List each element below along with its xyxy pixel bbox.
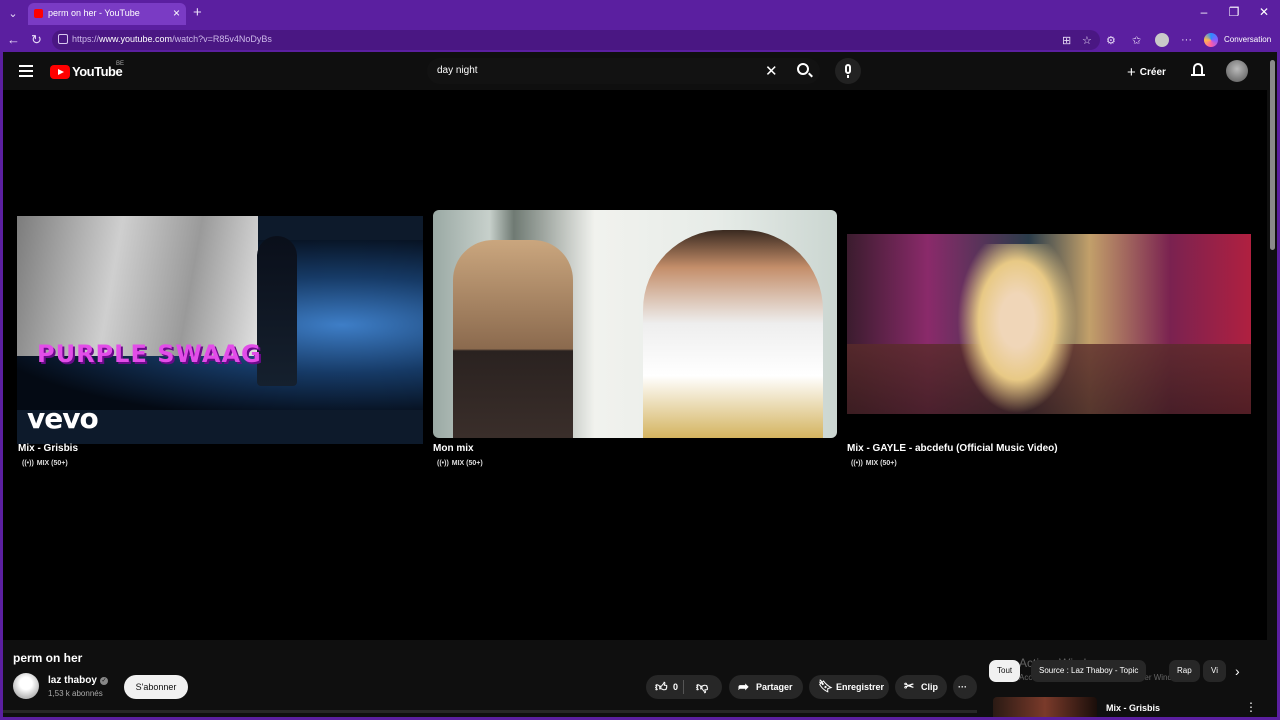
url-field[interactable]: https://www.youtube.com/watch?v=R85v4NoD… bbox=[52, 30, 1100, 50]
share-icon: ➦ bbox=[738, 679, 749, 694]
thumbnail-photo bbox=[17, 216, 258, 356]
like-icon[interactable]: 👍︎ bbox=[655, 680, 668, 695]
copilot-label: Conversation bbox=[1224, 35, 1272, 44]
maximize-button[interactable]: ❐ bbox=[1224, 5, 1244, 19]
scrollbar-thumb[interactable] bbox=[1270, 60, 1275, 250]
chevron-right-icon[interactable]: › bbox=[1235, 663, 1240, 679]
page-scrollbar[interactable] bbox=[1267, 52, 1277, 717]
create-button[interactable]: + Créer bbox=[1127, 64, 1166, 81]
close-window-button[interactable]: ✕ bbox=[1254, 5, 1274, 19]
bookmark-icon: 🔖︎ bbox=[818, 679, 834, 693]
thumbnail-overlay-text: PURPLE SWAAG bbox=[37, 340, 262, 368]
mix-icon: ((•)) bbox=[437, 460, 449, 467]
browser-tab-active[interactable]: perm on her - YouTube × bbox=[28, 3, 186, 25]
related-filter-chips: Tout Source : Laz Thaboy - Topic Rap Vi bbox=[989, 660, 1267, 682]
youtube-favicon-icon bbox=[34, 9, 43, 18]
menu-icon[interactable] bbox=[19, 65, 33, 77]
extensions-icon[interactable]: ⚙ bbox=[1106, 34, 1116, 47]
subscribe-button[interactable]: S'abonner bbox=[124, 675, 188, 699]
mix-icon: ((•)) bbox=[22, 460, 34, 467]
copilot-icon bbox=[1204, 33, 1218, 47]
tab-close-icon[interactable]: × bbox=[173, 6, 180, 20]
share-button[interactable]: ➦ Partager bbox=[729, 675, 803, 699]
card-title[interactable]: Mon mix bbox=[433, 443, 474, 454]
channel-name[interactable]: laz thaboy bbox=[48, 675, 97, 686]
channel-avatar[interactable] bbox=[13, 673, 39, 699]
chip-source[interactable]: Source : Laz Thaboy - Topic bbox=[1031, 660, 1147, 682]
up-next-menu-icon[interactable]: ⋮ bbox=[1245, 700, 1257, 714]
chip-rap[interactable]: Rap bbox=[1169, 660, 1200, 682]
youtube-header: YouTube BE day night ✕ + Créer bbox=[3, 52, 1267, 90]
subscriber-count: 1,53 k abonnés bbox=[48, 689, 103, 698]
video-info-panel: perm on her laz thaboy ✓ 1,53 k abonnés … bbox=[3, 640, 1267, 717]
account-avatar[interactable] bbox=[1226, 60, 1248, 82]
search-input[interactable]: day night bbox=[437, 65, 478, 76]
chip-more[interactable]: Vi bbox=[1203, 660, 1226, 682]
dislike-icon[interactable]: 👎︎ bbox=[696, 680, 708, 695]
favorite-star-icon[interactable]: ☆ bbox=[1082, 34, 1092, 47]
new-tab-button[interactable]: + bbox=[193, 4, 202, 21]
settings-more-icon[interactable]: ··· bbox=[1181, 34, 1192, 46]
search-icon[interactable] bbox=[797, 63, 809, 75]
youtube-play-icon bbox=[50, 65, 70, 79]
video-title: perm on her bbox=[13, 651, 83, 665]
up-next-title[interactable]: Mix - Grisbis bbox=[1106, 703, 1160, 713]
video-thumbnail[interactable] bbox=[847, 234, 1251, 414]
description-divider bbox=[3, 710, 977, 713]
save-button[interactable]: 🔖︎ Enregistrer bbox=[809, 675, 889, 699]
video-thumbnail[interactable]: PURPLE SWAAG vevo bbox=[17, 216, 423, 444]
mix-icon: ((•)) bbox=[851, 460, 863, 467]
more-actions-button[interactable]: ··· bbox=[953, 675, 977, 699]
clear-search-icon[interactable]: ✕ bbox=[765, 62, 778, 80]
profile-avatar[interactable] bbox=[1155, 33, 1169, 47]
voice-search-icon[interactable] bbox=[835, 58, 861, 84]
logo-wordmark: YouTube bbox=[72, 64, 123, 79]
country-code: BE bbox=[116, 61, 125, 67]
back-arrow-icon[interactable]: ← bbox=[7, 32, 20, 47]
search-box[interactable]: day night ✕ bbox=[427, 58, 820, 84]
verified-icon: ✓ bbox=[100, 677, 108, 685]
plus-icon: + bbox=[1127, 64, 1136, 81]
favorites-icon[interactable]: ✩ bbox=[1132, 34, 1141, 47]
mix-badge: ((•)) MIX (50+) bbox=[851, 460, 897, 467]
vevo-logo: vevo bbox=[27, 402, 99, 435]
browser-tab-bar: ⌄ perm on her - YouTube × + – ❐ ✕ bbox=[0, 0, 1280, 28]
up-next-thumbnail[interactable] bbox=[993, 697, 1097, 717]
more-icon: ··· bbox=[958, 682, 967, 692]
scissors-icon: ✂ bbox=[904, 679, 915, 693]
tab-title: perm on her - YouTube bbox=[48, 8, 140, 18]
mix-badge: ((•)) MIX (50+) bbox=[22, 460, 68, 467]
clip-label: Clip bbox=[921, 682, 938, 692]
tab-actions-icon[interactable]: ⌄ bbox=[4, 5, 22, 23]
like-count: 0 bbox=[673, 682, 679, 692]
copilot-button[interactable]: Conversation bbox=[1204, 32, 1280, 48]
youtube-logo[interactable]: YouTube BE bbox=[50, 61, 130, 80]
refresh-icon[interactable]: ↻ bbox=[31, 32, 42, 48]
read-aloud-icon[interactable]: ⊞ bbox=[1062, 34, 1071, 47]
like-dislike-group: 👍︎ 0 👎︎ bbox=[646, 675, 722, 699]
clip-button[interactable]: ✂ Clip bbox=[895, 675, 947, 699]
card-title[interactable]: Mix - Grisbis bbox=[18, 443, 78, 454]
address-bar-row: ← ↻ https://www.youtube.com/watch?v=R85v… bbox=[0, 28, 1280, 52]
create-label: Créer bbox=[1139, 67, 1166, 78]
save-label: Enregistrer bbox=[836, 682, 885, 692]
mix-badge: ((•)) MIX (50+) bbox=[437, 460, 483, 467]
video-thumbnail[interactable] bbox=[433, 210, 837, 438]
chip-all[interactable]: Tout bbox=[989, 660, 1021, 682]
share-label: Partager bbox=[756, 682, 793, 692]
site-info-icon[interactable] bbox=[58, 34, 68, 44]
url-text: https://www.youtube.com/watch?v=R85v4NoD… bbox=[72, 34, 272, 44]
minimize-button[interactable]: – bbox=[1194, 5, 1214, 19]
card-title[interactable]: Mix - GAYLE - abcdefu (Official Music Vi… bbox=[847, 443, 1058, 454]
notifications-bell-icon[interactable] bbox=[1191, 62, 1205, 78]
